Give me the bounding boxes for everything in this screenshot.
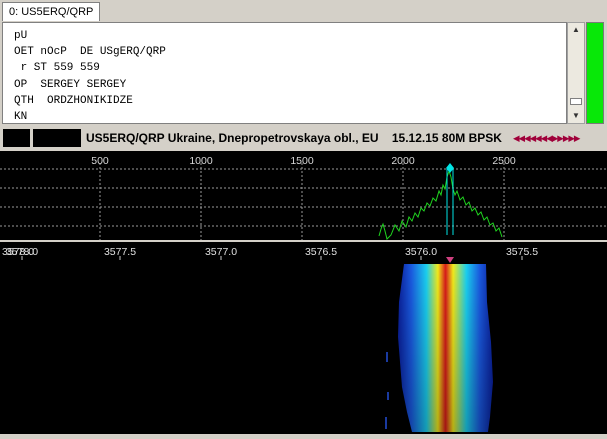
scroll-up-icon[interactable]: ▲ [570, 25, 582, 34]
station-info-text: US5ERQ/QRP Ukraine, Dnepropetrovskaya ob… [86, 131, 502, 145]
audio-tick-label: 500 [91, 155, 109, 167]
waterfall-signal-shading [398, 264, 493, 432]
audio-tick-label: 2500 [492, 155, 516, 167]
decoded-text: pU OET nOcP DE USgERQ/QRP r ST 559 559 O… [14, 30, 166, 124]
status-box-1 [3, 129, 30, 147]
waterfall-noise-speck [386, 352, 388, 362]
tab-channel-0[interactable]: 0: US5ERQ/QRP [2, 2, 101, 21]
audio-tick-label: 1000 [189, 155, 213, 167]
waterfall-cursor-icon[interactable] [446, 257, 454, 263]
spectrum-trace [378, 169, 503, 240]
scroll-thumb[interactable] [570, 98, 582, 105]
spectrum-display[interactable]: 500 1000 1500 2000 2500 [0, 151, 607, 240]
waterfall-noise-speck [387, 392, 389, 400]
receive-text-pane[interactable]: pU OET nOcP DE USgERQ/QRP r ST 559 559 O… [2, 22, 567, 124]
navigation-arrows[interactable]: ◀◀◀◀◀◀◀▶▶▶▶▶ [513, 132, 580, 144]
status-box-2 [33, 129, 81, 147]
signal-level-indicator [586, 22, 604, 124]
audio-tick-label: 1500 [290, 155, 314, 167]
waterfall-display[interactable]: 3578.0 3578.0 3577.5 3577.0 3576.5 3576.… [0, 242, 607, 434]
tab-strip: 0: US5ERQ/QRP [0, 0, 607, 22]
audio-tick-label: 2000 [391, 155, 415, 167]
spectrum-graph: 500 1000 1500 2000 2500 [0, 155, 607, 240]
receive-scrollbar[interactable]: ▲ ▼ [567, 22, 585, 124]
waterfall-graph: 3578.0 3578.0 3577.5 3577.0 3576.5 3576.… [2, 246, 538, 432]
waterfall-noise-speck [385, 417, 387, 429]
station-info-bar: US5ERQ/QRP Ukraine, Dnepropetrovskaya ob… [0, 127, 607, 149]
scroll-down-icon[interactable]: ▼ [570, 111, 582, 120]
